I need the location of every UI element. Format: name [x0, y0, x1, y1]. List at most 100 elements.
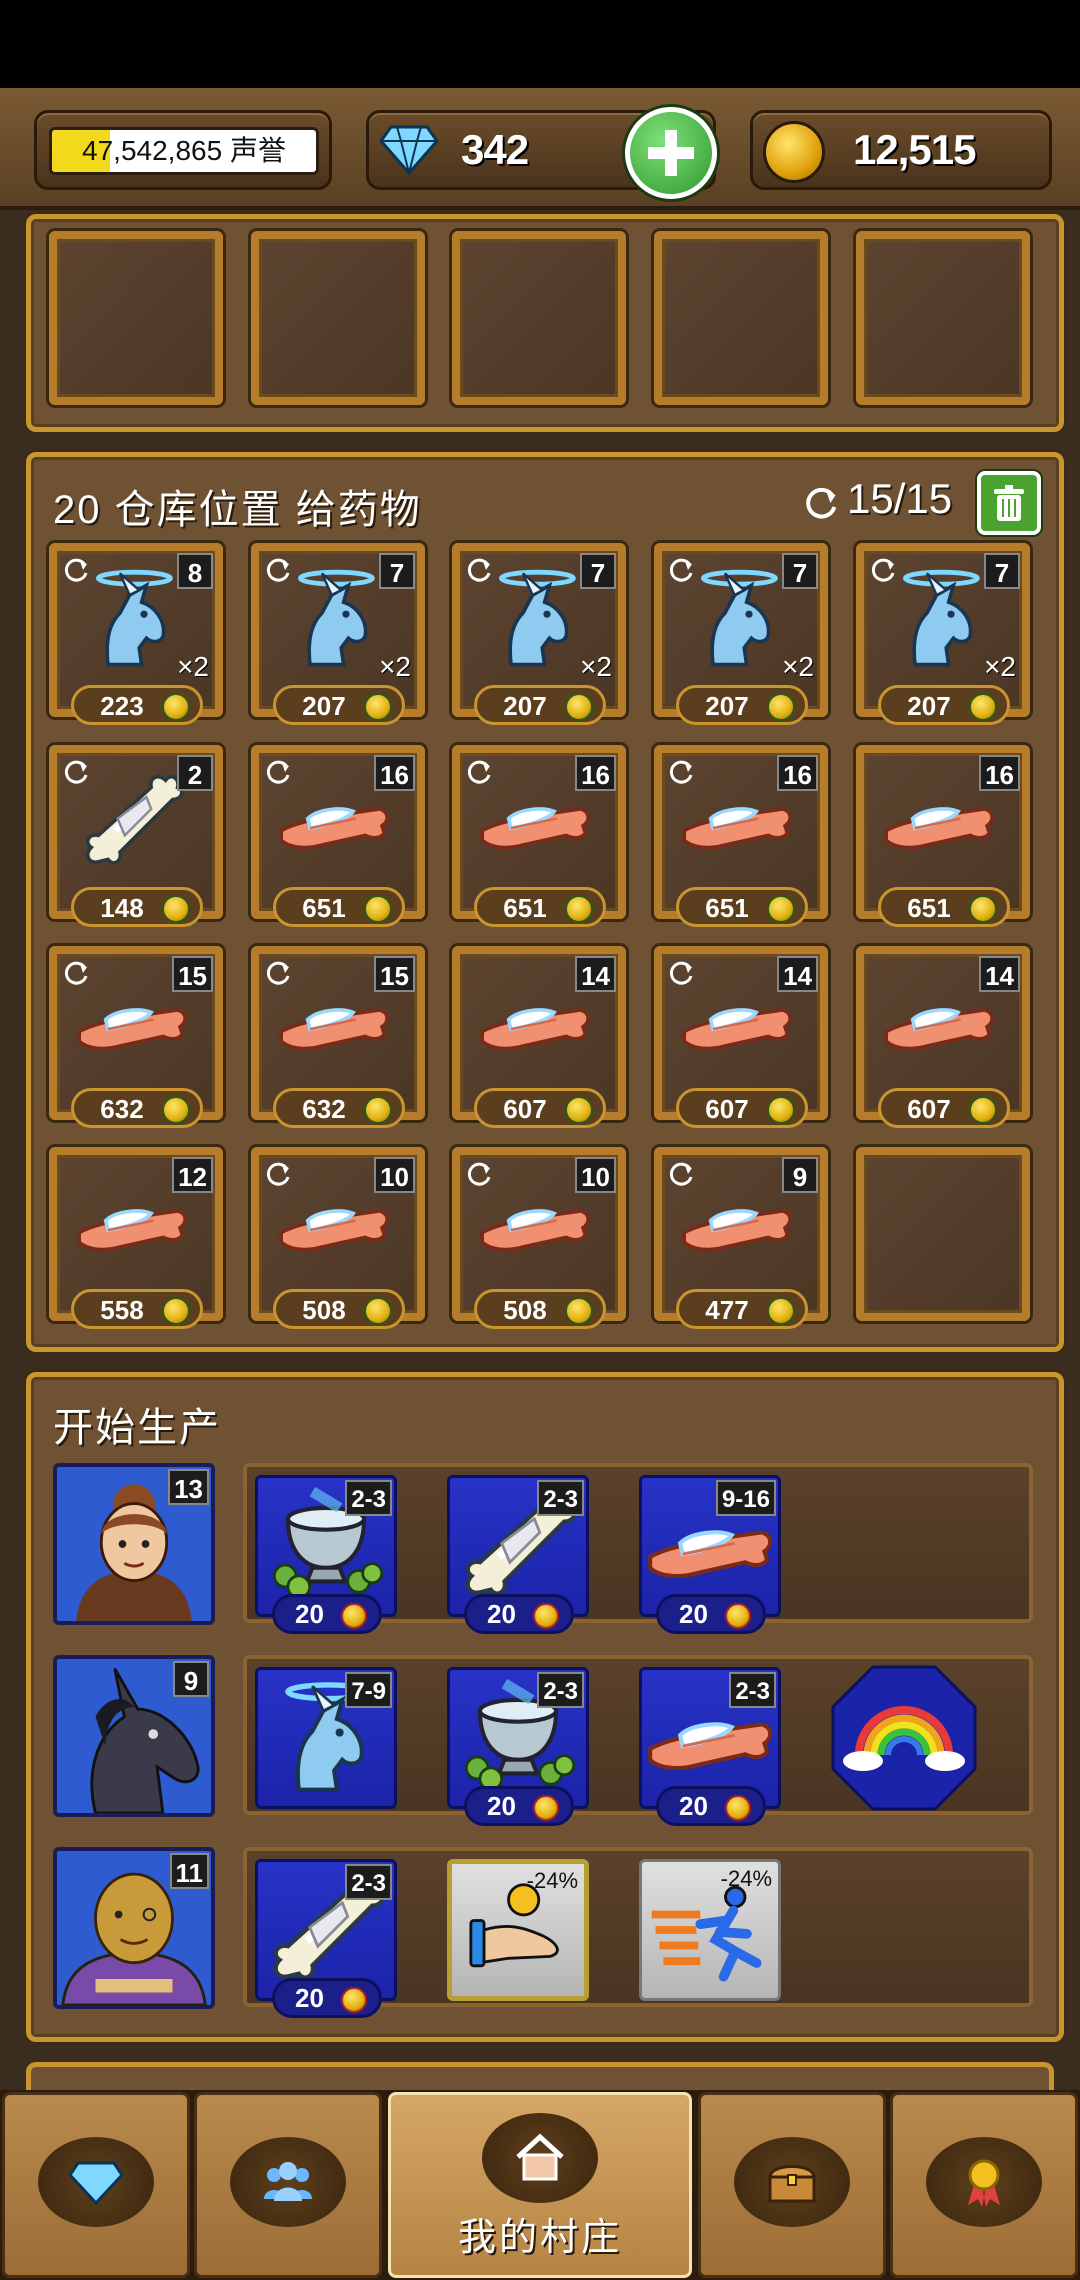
woman-portrait[interactable]: 13: [53, 1463, 215, 1625]
recipe-bone[interactable]: 2-3 20: [447, 1475, 589, 1634]
gold-coin-icon: [763, 121, 825, 183]
coin-icon: [341, 1603, 367, 1629]
item-price: 607: [474, 1088, 606, 1128]
hand-coin-boost-icon: [469, 1883, 559, 1968]
storage-slot[interactable]: 15 632: [251, 946, 425, 1128]
storage-slot[interactable]: 14 607: [654, 946, 828, 1128]
storage-slot[interactable]: 14 607: [856, 946, 1030, 1128]
item-price: 223: [71, 685, 203, 725]
recipe-shelf: 2-3 20 2-3 20 9-16 20: [243, 1463, 1033, 1634]
recipe-mortar[interactable]: 2-3 20: [447, 1667, 589, 1826]
item-price: 148: [71, 887, 203, 927]
level-badge: 9: [173, 1661, 209, 1697]
storage-slot[interactable]: 8 ×2 223: [49, 543, 223, 725]
storage-slot[interactable]: 14 607: [452, 946, 626, 1128]
item-level-badge: 15: [374, 956, 415, 992]
storage-slot[interactable]: 15 632: [49, 946, 223, 1128]
refresh-icon: [263, 555, 293, 585]
item-level-badge: 10: [374, 1157, 415, 1193]
nav-village[interactable]: 我的村庄: [388, 2092, 692, 2278]
empty-slot[interactable]: [251, 231, 425, 405]
storage-count: 15/15: [847, 475, 953, 522]
coin-icon: [162, 895, 190, 923]
recipe-cost: 20: [656, 1594, 766, 1634]
storage-slot[interactable]: 9 477: [654, 1147, 828, 1329]
item-quantity: ×2: [580, 651, 612, 682]
storage-slot[interactable]: 7 ×2 207: [452, 543, 626, 725]
trash-button[interactable]: [977, 471, 1041, 535]
storage-slot[interactable]: 16 651: [251, 745, 425, 927]
production-panel: 开始生产 13 2-3 20 2-3 20 9-16 20 9 7-9 2-3 …: [26, 1372, 1064, 2042]
coin-icon: [533, 1603, 559, 1629]
empty-slot[interactable]: [654, 231, 828, 405]
storage-slot[interactable]: 2 148: [49, 745, 223, 927]
reputation-text: 47,542,865 声誉: [82, 135, 286, 166]
unicorn-portrait[interactable]: 9: [53, 1655, 215, 1817]
runner-speed-boost-icon: [651, 1885, 762, 1982]
recipe-shelf: 7-9 2-3 20 2-3 20: [243, 1655, 1033, 1826]
coin-icon: [162, 693, 190, 721]
storage-slot[interactable]: 7 ×2 207: [654, 543, 828, 725]
nav-people[interactable]: [194, 2092, 382, 2278]
nav-award[interactable]: [890, 2092, 1078, 2278]
coin-icon: [767, 1096, 795, 1124]
coin-icon: [341, 1987, 367, 2013]
coin-icon: [533, 1795, 559, 1821]
storage-slot[interactable]: 16 651: [654, 745, 828, 927]
storage-slot[interactable]: 12 558: [49, 1147, 223, 1329]
gold-display: 12,515: [750, 110, 1052, 190]
empty-slot[interactable]: [49, 231, 223, 405]
coin-icon: [162, 1297, 190, 1325]
coin-icon: [364, 1297, 392, 1325]
storage-slot[interactable]: 7 ×2 207: [856, 543, 1030, 725]
hand-coin-boost[interactable]: -24%: [447, 1859, 589, 2001]
storage-slot[interactable]: 16 651: [856, 745, 1030, 927]
refresh-icon: [801, 483, 841, 523]
add-gems-button[interactable]: [625, 107, 717, 199]
item-level-badge: 15: [172, 956, 213, 992]
item-price: 607: [878, 1088, 1010, 1128]
recipe-cost: 20: [464, 1786, 574, 1826]
item-level-badge: 7: [580, 553, 616, 589]
runner-speed-boost[interactable]: -24%: [639, 1859, 781, 2001]
storage-slot[interactable]: 10 508: [452, 1147, 626, 1329]
item-level-badge: 7: [984, 553, 1020, 589]
item-level-badge: 16: [777, 755, 818, 791]
recipe-cost: 20: [272, 1594, 382, 1634]
refresh-icon: [263, 757, 293, 787]
recipe-cost: 20: [464, 1594, 574, 1634]
item-price: 477: [676, 1289, 808, 1329]
nav-chest[interactable]: [698, 2092, 886, 2278]
storage-slot[interactable]: 16 651: [452, 745, 626, 927]
coin-icon: [725, 1603, 751, 1629]
storage-slot[interactable]: 7 ×2 207: [251, 543, 425, 725]
empty-slot[interactable]: [856, 231, 1030, 405]
item-price: 207: [676, 685, 808, 725]
storage-slot[interactable]: 10 508: [251, 1147, 425, 1329]
merchant-portrait[interactable]: 11: [53, 1847, 215, 2009]
item-price: 207: [273, 685, 405, 725]
refresh-icon: [868, 555, 898, 585]
nav-gems[interactable]: [2, 2092, 190, 2278]
coin-icon: [364, 1096, 392, 1124]
item-level-badge: 9: [782, 1157, 818, 1193]
rainbow-icon[interactable]: [831, 1665, 977, 1811]
item-level-badge: 16: [374, 755, 415, 791]
item-price: 508: [273, 1289, 405, 1329]
item-price: 632: [71, 1088, 203, 1128]
empty-slot[interactable]: [452, 231, 626, 405]
refresh-icon: [263, 958, 293, 988]
item-level-badge: 16: [575, 755, 616, 791]
recipe-unicorn[interactable]: 7-9: [255, 1667, 397, 1809]
refresh-icon: [464, 757, 494, 787]
recipe-arm[interactable]: 2-3 20: [639, 1667, 781, 1826]
recipe-mortar[interactable]: 2-3 20: [255, 1475, 397, 1634]
recipe-bone[interactable]: 2-3 20: [255, 1859, 397, 2018]
top-resource-bar: 47,542,865 声誉 342 12,515: [0, 88, 1080, 210]
item-level-badge: 8: [177, 553, 213, 589]
empty-slot[interactable]: [856, 1147, 1030, 1321]
item-price: 207: [474, 685, 606, 725]
item-quantity: ×2: [379, 651, 411, 682]
chest-icon: [768, 2165, 816, 2203]
recipe-arm[interactable]: 9-16 20: [639, 1475, 781, 1634]
